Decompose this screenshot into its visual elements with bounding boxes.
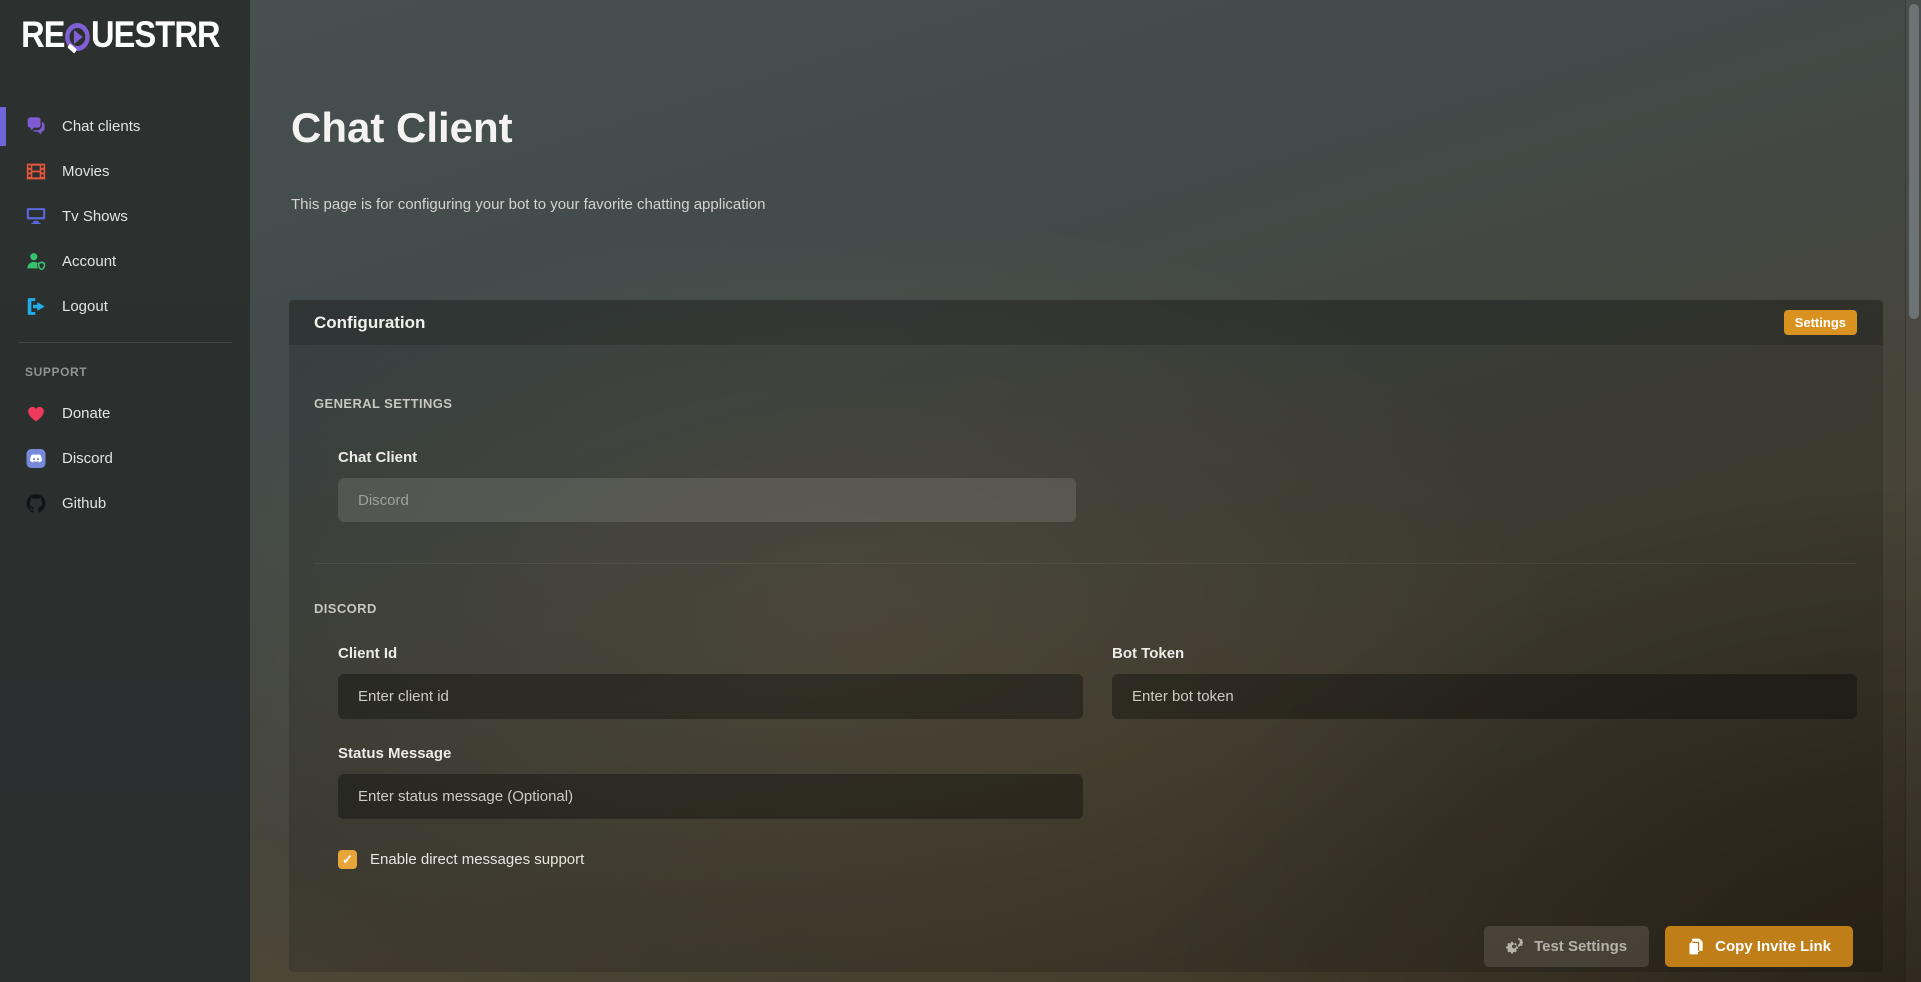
sidebar-item-label: Movies [62, 163, 110, 180]
sidebar-item-label: Donate [62, 405, 110, 422]
client-id-input[interactable] [338, 674, 1083, 719]
tv-icon [24, 207, 48, 226]
scrollbar-thumb[interactable] [1909, 4, 1919, 319]
dm-support-checkbox-row[interactable]: Enable direct messages support [338, 850, 1857, 869]
sidebar-item-label: Logout [62, 298, 108, 315]
card-body: GENERAL SETTINGS Chat Client Discord DIS… [289, 346, 1883, 972]
bot-token-field-group: Bot Token [1112, 645, 1857, 719]
user-shield-icon [24, 252, 48, 271]
github-icon [24, 494, 48, 513]
test-settings-button[interactable]: Test Settings [1484, 926, 1649, 967]
page-title: Chat Client [291, 104, 1921, 152]
general-settings-header: GENERAL SETTINGS [314, 396, 1857, 411]
sidebar-item-github[interactable]: Github [0, 481, 250, 526]
discord-section-header: DISCORD [314, 601, 1857, 616]
support-section-header: SUPPORT [25, 365, 250, 379]
chat-client-label: Chat Client [338, 449, 1857, 466]
client-id-field-group: Client Id [338, 645, 1083, 719]
status-message-label: Status Message [338, 745, 1083, 762]
page-head: Chat Client This page is for configuring… [250, 0, 1921, 213]
status-message-input[interactable] [338, 774, 1083, 819]
card-title: Configuration [314, 313, 425, 333]
section-divider [314, 563, 1857, 564]
card-header: Configuration Settings [289, 300, 1883, 346]
configuration-card: Configuration Settings GENERAL SETTINGS … [289, 300, 1883, 972]
sidebar-item-logout[interactable]: Logout [0, 284, 250, 329]
sign-out-icon [24, 297, 48, 316]
logo-text-pre: RE [21, 14, 64, 55]
page-subtitle: This page is for configuring your bot to… [291, 196, 1921, 213]
test-settings-label: Test Settings [1534, 938, 1627, 955]
main-content: Chat Client This page is for configuring… [250, 0, 1921, 982]
chat-bubbles-icon [24, 117, 48, 136]
client-id-label: Client Id [338, 645, 1083, 662]
sidebar-item-label: Account [62, 253, 116, 270]
discord-icon [24, 449, 48, 468]
sidebar-item-donate[interactable]: Donate [0, 391, 250, 436]
sidebar-item-label: Tv Shows [62, 208, 128, 225]
bot-token-label: Bot Token [1112, 645, 1857, 662]
scrollbar-track[interactable] [1905, 0, 1921, 982]
bot-token-input[interactable] [1112, 674, 1857, 719]
sidebar-item-tv-shows[interactable]: Tv Shows [0, 194, 250, 239]
sidebar-nav: Chat clients Movies Tv Shows [0, 104, 250, 329]
status-message-field-group: Status Message [338, 745, 1083, 819]
active-indicator [0, 107, 6, 146]
sidebar: RE UESTRR Chat clients Movies [0, 0, 250, 982]
support-nav: Donate Discord Github [0, 391, 250, 526]
sidebar-item-chat-clients[interactable]: Chat clients [0, 104, 250, 149]
discord-fields: Client Id Bot Token Status Message [338, 645, 1857, 869]
sidebar-item-label: Github [62, 495, 106, 512]
sidebar-item-account[interactable]: Account [0, 239, 250, 284]
general-settings-fields: Chat Client Discord [338, 449, 1857, 522]
logo-text-post: UESTRR [91, 14, 220, 55]
copy-invite-link-label: Copy Invite Link [1715, 938, 1831, 955]
logo-q-play-icon [65, 23, 90, 51]
dm-support-checkbox[interactable] [338, 850, 357, 869]
sidebar-item-label: Discord [62, 450, 113, 467]
chat-client-select[interactable]: Discord [338, 478, 1076, 522]
sidebar-item-movies[interactable]: Movies [0, 149, 250, 194]
heart-icon [24, 404, 48, 423]
gears-icon [1506, 938, 1523, 955]
sidebar-item-discord[interactable]: Discord [0, 436, 250, 481]
settings-badge: Settings [1784, 310, 1857, 335]
copy-invite-link-button[interactable]: Copy Invite Link [1665, 926, 1853, 967]
spacer-column [1112, 745, 1857, 819]
card-footer: Test Settings Copy Invite Link [314, 926, 1853, 967]
film-icon [24, 162, 48, 181]
dm-support-checkbox-label: Enable direct messages support [370, 851, 584, 868]
sidebar-divider [18, 342, 232, 343]
app-logo[interactable]: RE UESTRR [0, 0, 220, 56]
sidebar-item-label: Chat clients [62, 118, 140, 135]
copy-icon [1687, 938, 1704, 955]
